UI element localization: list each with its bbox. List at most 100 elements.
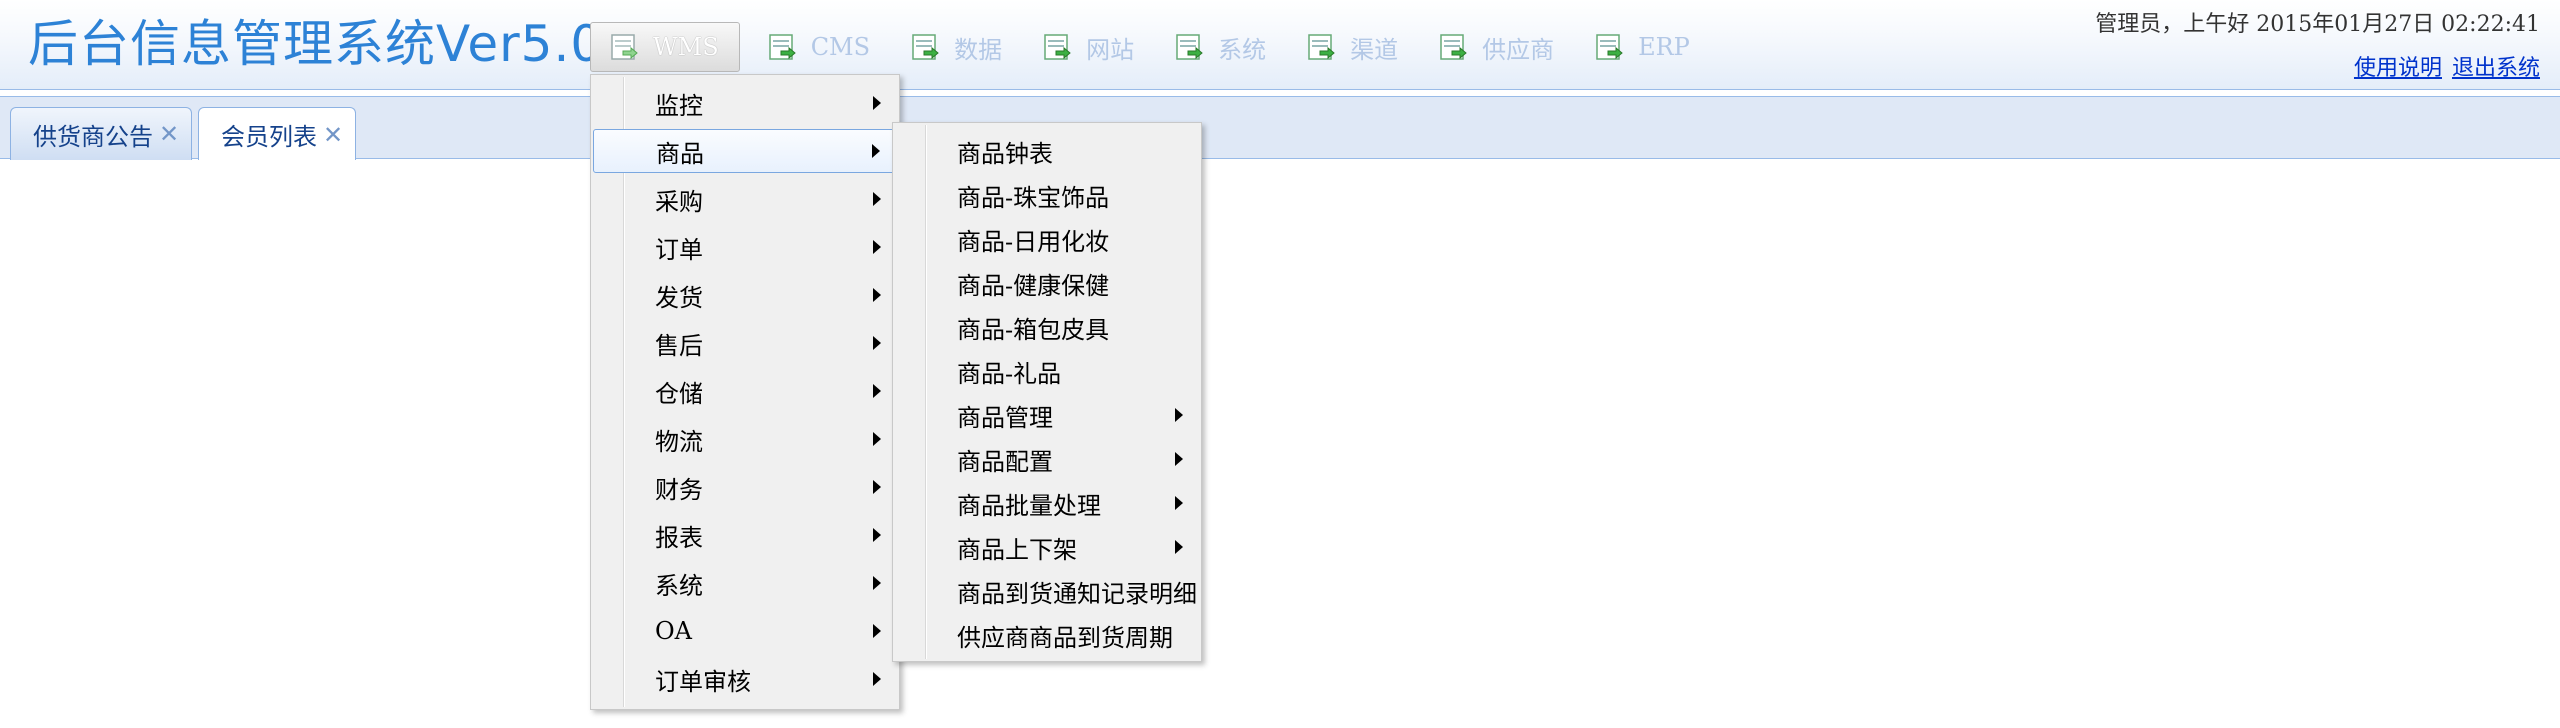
submenu-arrow-icon (873, 384, 881, 398)
topnav-item-system[interactable]: 系统 (1155, 22, 1287, 72)
menu-item-label: 订单 (655, 235, 703, 264)
help-link[interactable]: 使用说明 (2354, 56, 2442, 81)
submenu-arrow-icon (873, 432, 881, 446)
menu-item-label: 仓储 (655, 379, 703, 408)
module-icon (1042, 32, 1074, 62)
menu-item-finance[interactable]: 财务 (593, 465, 897, 509)
menu-item-label: 财务 (655, 475, 703, 504)
submenu-item-arrival-notice[interactable]: 商品到货通知记录明细 (895, 569, 1199, 613)
menu-item-order-review[interactable]: 订单审核 (593, 657, 897, 701)
topnav-label: CMS (810, 33, 871, 61)
submenu-arrow-icon (873, 240, 881, 254)
module-icon (1594, 32, 1626, 62)
submenu-item-jewelry[interactable]: 商品-珠宝饰品 (895, 173, 1199, 217)
top-nav: WMS CMS 数据 网站 系统 渠道 供应商 ERP (590, 22, 1711, 72)
submenu-arrow-icon (1175, 496, 1183, 510)
user-links: 使用说明 退出系统 (2344, 50, 2540, 82)
menu-item-label: 商品-箱包皮具 (957, 315, 1110, 344)
submenu-item-cosmetics[interactable]: 商品-日用化妆 (895, 217, 1199, 261)
submenu-arrow-icon (1175, 452, 1183, 466)
header: 后台信息管理系统Ver5.0 WMS CMS 数据 网站 系统 渠道 供应商 E… (0, 0, 2560, 90)
topnav-item-channel[interactable]: 渠道 (1287, 22, 1419, 72)
submenu-item-health[interactable]: 商品-健康保健 (895, 261, 1199, 305)
topnav-item-website[interactable]: 网站 (1023, 22, 1155, 72)
menu-item-label: 商品-珠宝饰品 (957, 183, 1110, 212)
submenu-arrow-icon (1175, 408, 1183, 422)
app-title: 后台信息管理系统Ver5.0 (28, 15, 604, 73)
submenu-arrow-icon (1175, 540, 1183, 554)
topnav-item-data[interactable]: 数据 (891, 22, 1023, 72)
topnav-item-erp[interactable]: ERP (1575, 22, 1711, 72)
submenu-item-watches[interactable]: 商品钟表 (895, 129, 1199, 173)
menu-item-label: 商品-礼品 (957, 359, 1062, 388)
topnav-item-wms[interactable]: WMS (590, 22, 740, 72)
close-icon[interactable]: ✕ (323, 121, 343, 149)
menu-item-label: 供应商商品到货周期 (957, 623, 1173, 652)
menu-item-label: 售后 (655, 331, 703, 360)
submenu-arrow-icon (872, 144, 880, 158)
submenu-item-arrival-cycle[interactable]: 供应商商品到货周期 (895, 613, 1199, 657)
menu-item-label: 物流 (655, 427, 703, 456)
menu-item-label: 商品-健康保健 (957, 271, 1110, 300)
menu-item-product[interactable]: 商品 (593, 129, 897, 173)
module-icon (767, 32, 799, 62)
submenu-arrow-icon (873, 528, 881, 542)
menu-item-purchase[interactable]: 采购 (593, 177, 897, 221)
submenu-arrow-icon (873, 576, 881, 590)
submenu-arrow-icon (873, 480, 881, 494)
topnav-label: 数据 (954, 35, 1003, 64)
topnav-label: 网站 (1086, 35, 1135, 64)
menu-item-label: 商品批量处理 (957, 491, 1101, 520)
menu-item-label: 订单审核 (655, 667, 751, 696)
menu-item-label: 商品 (656, 139, 704, 168)
submenu-arrow-icon (873, 624, 881, 638)
tab-label: 供货商公告 (33, 122, 153, 151)
menu-item-warehouse[interactable]: 仓储 (593, 369, 897, 413)
submenu-item-product-management[interactable]: 商品管理 (895, 393, 1199, 437)
menu-item-label: 发货 (655, 283, 703, 312)
submenu-arrow-icon (873, 192, 881, 206)
close-icon[interactable]: ✕ (159, 120, 179, 148)
menu-item-order[interactable]: 订单 (593, 225, 897, 269)
tab-supplier-notice[interactable]: 供货商公告 ✕ (10, 107, 193, 160)
menu-item-shipping[interactable]: 发货 (593, 273, 897, 317)
submenu-item-bags[interactable]: 商品-箱包皮具 (895, 305, 1199, 349)
wms-dropdown-menu: 监控 商品 采购 订单 发货 售后 仓储 物流 财务 报表 系统 OA 订单审核 (590, 74, 900, 710)
submenu-arrow-icon (873, 96, 881, 110)
menu-item-label: 监控 (655, 91, 703, 120)
module-icon (1306, 32, 1338, 62)
submenu-item-batch-processing[interactable]: 商品批量处理 (895, 481, 1199, 525)
menu-item-label: 商品到货通知记录明细 (957, 579, 1197, 608)
menu-item-logistics[interactable]: 物流 (593, 417, 897, 461)
tab-label: 会员列表 (221, 123, 317, 151)
module-icon (1174, 32, 1206, 62)
module-icon (910, 32, 942, 62)
menu-item-reports[interactable]: 报表 (593, 513, 897, 557)
module-icon (1438, 32, 1470, 62)
tab-bar: 供货商公告 ✕ 会员列表 ✕ (0, 96, 2560, 161)
menu-item-label: 商品-日用化妆 (957, 227, 1110, 256)
menu-item-system[interactable]: 系统 (593, 561, 897, 605)
menu-item-oa[interactable]: OA (593, 609, 897, 653)
menu-item-label: 系统 (655, 571, 703, 600)
content-area (0, 160, 2560, 728)
menu-item-after-sales[interactable]: 售后 (593, 321, 897, 365)
logout-link[interactable]: 退出系统 (2452, 56, 2540, 81)
menu-item-label: 商品配置 (957, 447, 1053, 476)
topnav-label: ERP (1638, 33, 1690, 61)
menu-item-label: 报表 (655, 523, 703, 552)
submenu-item-product-config[interactable]: 商品配置 (895, 437, 1199, 481)
product-submenu: 商品钟表 商品-珠宝饰品 商品-日用化妆 商品-健康保健 商品-箱包皮具 商品-… (892, 122, 1202, 662)
user-greeting: 管理员，上午好 2015年01月27日 02:22:41 (2095, 12, 2540, 37)
menu-item-monitor[interactable]: 监控 (593, 81, 897, 125)
submenu-arrow-icon (873, 336, 881, 350)
submenu-item-shelving[interactable]: 商品上下架 (895, 525, 1199, 569)
topnav-item-supplier[interactable]: 供应商 (1419, 22, 1575, 72)
menu-item-label: 商品钟表 (957, 139, 1053, 168)
topnav-item-cms[interactable]: CMS (748, 22, 891, 72)
tab-member-list[interactable]: 会员列表 ✕ (198, 107, 357, 161)
topnav-label: 系统 (1218, 35, 1267, 64)
submenu-item-gifts[interactable]: 商品-礼品 (895, 349, 1199, 393)
menu-item-label: 商品上下架 (957, 535, 1077, 564)
menu-item-label: 采购 (655, 187, 703, 216)
